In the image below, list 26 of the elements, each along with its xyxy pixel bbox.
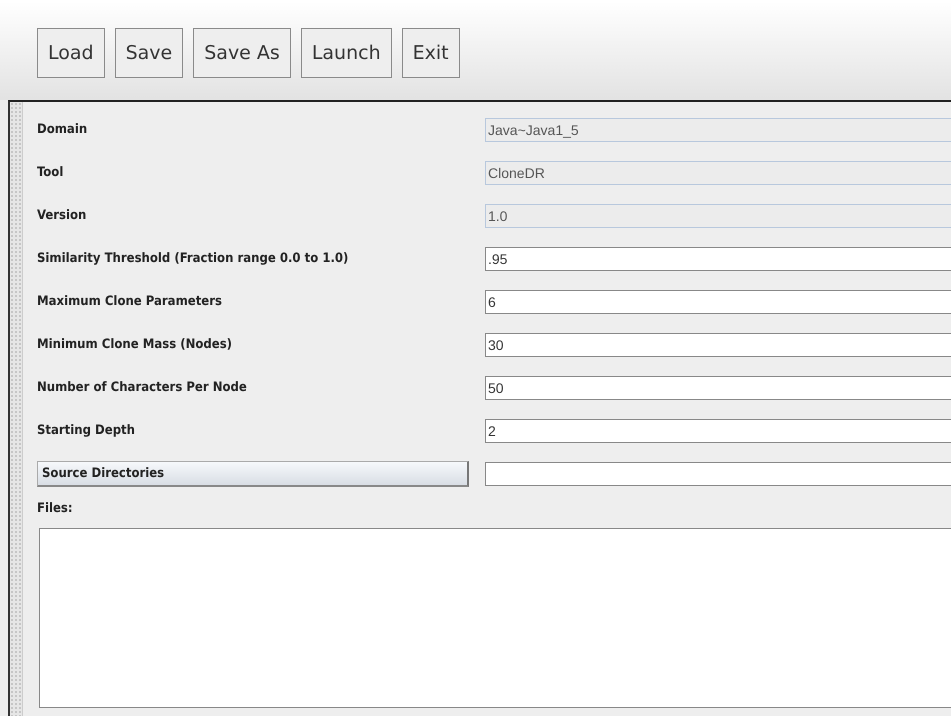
field-label: Tool	[37, 165, 64, 180]
field-label: Minimum Clone Mass (Nodes)	[37, 337, 234, 352]
drag-handle[interactable]	[10, 102, 23, 716]
input-field[interactable]: 50	[485, 376, 951, 400]
toolbar-button[interactable]: Load	[37, 28, 105, 78]
input-field[interactable]: Java~Java1_5	[485, 118, 951, 142]
field-label: Version	[37, 208, 88, 223]
toolbar-button[interactable]: Save As	[193, 28, 291, 78]
input-field[interactable]	[485, 462, 951, 486]
input-field[interactable]: .95	[485, 246, 951, 270]
toolbar-button[interactable]: Exit	[402, 28, 460, 78]
toolbar-button[interactable]: Launch	[300, 28, 392, 78]
field-label: Starting Depth	[37, 423, 136, 438]
toolbar-button[interactable]: Save	[114, 28, 184, 78]
input-field[interactable]: 2	[485, 418, 951, 442]
input-field[interactable]: 6	[485, 290, 951, 314]
files-list[interactable]	[39, 528, 951, 708]
field-label: Maximum Clone Parameters	[37, 294, 223, 309]
input-field[interactable]: 1.0	[485, 204, 951, 228]
source-directories-button[interactable]: Source Directories	[37, 460, 469, 486]
input-field[interactable]: CloneDR	[485, 160, 951, 184]
files-label: Files:	[37, 500, 74, 518]
field-label: Similarity Threshold (Fraction range 0.0 to 1.0)	[37, 251, 350, 266]
field-label: Number of Characters Per Node	[37, 380, 248, 395]
input-field[interactable]: 30	[485, 332, 951, 356]
field-label: Domain	[37, 122, 88, 137]
